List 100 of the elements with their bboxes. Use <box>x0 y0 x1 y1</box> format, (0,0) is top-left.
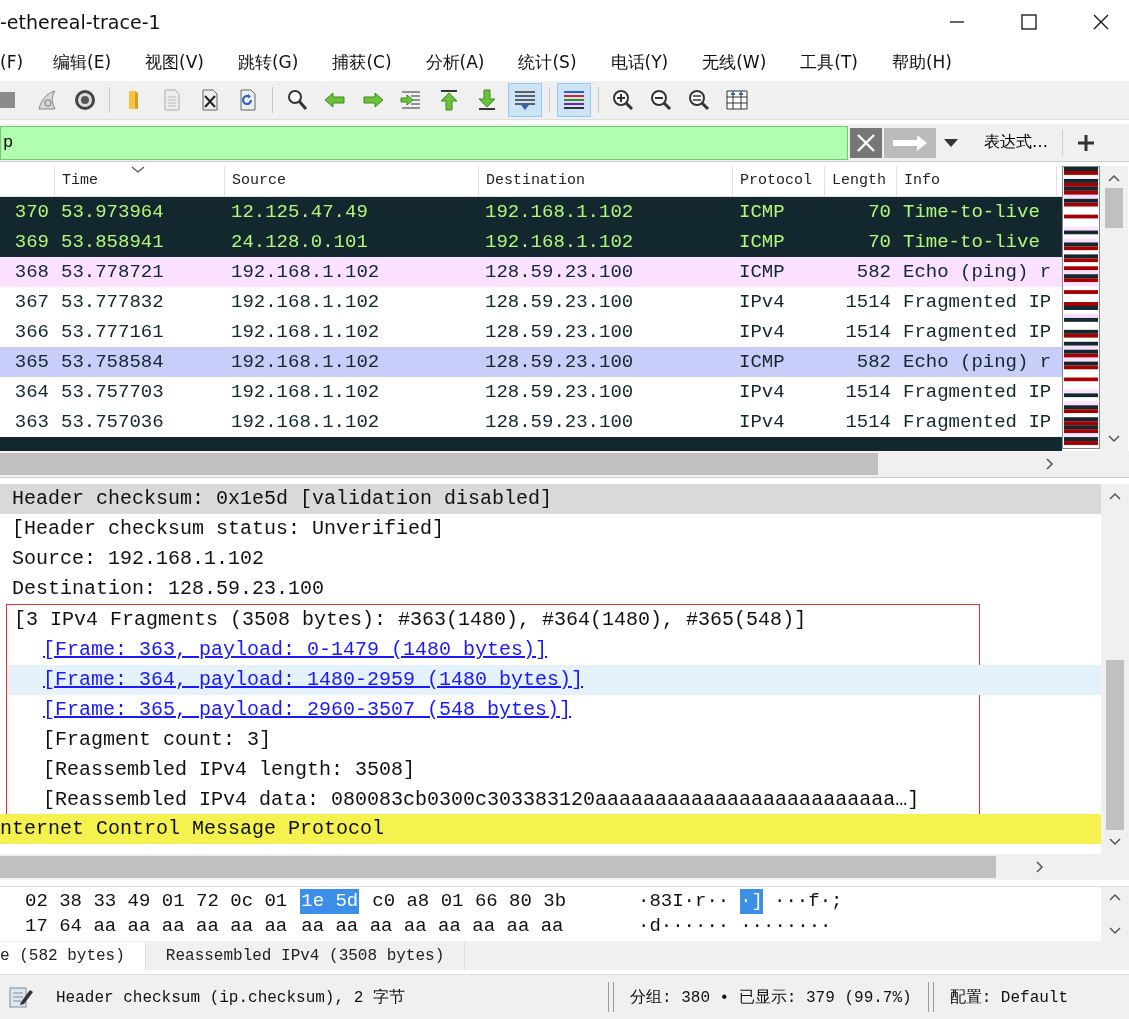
menu-item[interactable]: 分析(A) <box>425 50 501 74</box>
profile-text[interactable]: 配置: Default <box>949 986 1069 1008</box>
table-cell-text: 192.168.1.102 <box>230 291 381 314</box>
table-cell-text: 1514 <box>844 381 892 404</box>
menu-item[interactable]: 统计(S) <box>518 50 593 74</box>
menu-item[interactable]: 无线(W) <box>702 50 783 74</box>
frame-link[interactable]: [Frame: 365, payload: 2960-3507 (548 bytes)] <box>43 698 572 722</box>
display-filter-field[interactable]: p <box>0 125 848 160</box>
packet-row[interactable]: 368 53.778721 192.168.1.102 128.59.23.100 ICMP 582 Echo (ping) r <box>0 257 1062 288</box>
column-header[interactable]: Time <box>55 166 225 197</box>
menu-item[interactable]: 帮助(H) <box>891 50 968 74</box>
packet-row[interactable]: 365 53.758584 192.168.1.102 128.59.23.100 ICMP 582 Echo (ping) r <box>0 347 1062 378</box>
table-cell-text: ICMP <box>738 231 786 254</box>
chevron-up-icon[interactable] <box>1109 893 1121 902</box>
table-cell-text: 24.128.0.101 <box>230 231 369 254</box>
tree-item[interactable]: [3 IPv4 Fragments (3508 bytes): #363(1480), #364(1480), #365(548)] <box>7 605 979 636</box>
chevron-up-icon[interactable] <box>1108 174 1120 183</box>
caret-icon <box>944 138 958 147</box>
table-cell-text: ICMP <box>738 201 786 224</box>
column-header[interactable]: Protocol <box>733 166 825 197</box>
tree-item[interactable]: [Fragment count: 3] <box>7 725 1101 756</box>
magnifier-equals-icon <box>687 87 711 112</box>
scrollbar-thumb[interactable] <box>0 856 996 879</box>
tree-item[interactable]: Header checksum: 0x1e5d [validation disabled] <box>0 484 1101 515</box>
scrollbar[interactable] <box>1101 887 1129 941</box>
menu-item[interactable]: 编辑(E) <box>53 50 128 74</box>
column-header[interactable]: Destination <box>479 166 733 197</box>
hex-bytes[interactable]: 02 38 33 49 01 72 0c 01 <box>24 889 289 915</box>
menu-item[interactable]: 捕获(C) <box>332 50 408 74</box>
expression-button[interactable]: 表达式… <box>976 132 1056 153</box>
table-cell-text: Fragmented IP <box>902 411 1053 434</box>
table-cell-text: 366 <box>13 321 50 344</box>
chevron-down-icon[interactable] <box>1108 435 1120 444</box>
toolbar-button[interactable] <box>557 82 591 117</box>
hex-bytes[interactable]: aa aa aa aa aa aa aa aa <box>300 914 565 940</box>
hex-bytes[interactable]: c0 a8 01 66 80 3b <box>371 889 568 915</box>
chevron-right-icon[interactable] <box>1046 458 1054 471</box>
packet-row[interactable]: 370 53.973964 12.125.47.49 192.168.1.102 ICMP 70 Time-to-live <box>0 197 1062 228</box>
scrollbar[interactable] <box>1101 484 1129 855</box>
tree-item[interactable]: nternet Control Message Protocol <box>0 814 1101 845</box>
tree-item[interactable]: [Frame: 363, payload: 0-1479 (1480 bytes)] <box>7 635 1101 666</box>
table-cell-text: 192.168.1.102 <box>230 381 381 404</box>
table-cell-text: 1514 <box>844 321 892 344</box>
search-icon <box>285 87 309 112</box>
scrollbar-thumb[interactable] <box>0 453 878 476</box>
table-cell-text: 128.59.23.100 <box>484 321 635 344</box>
ascii-text[interactable]: ········ <box>740 914 832 940</box>
tree-item[interactable]: [Frame: 364, payload: 1480-2959 (1480 bytes)] <box>7 665 1101 696</box>
frame-link[interactable]: [Frame: 363, payload: 0-1479 (1480 bytes)] <box>43 638 548 662</box>
table-cell-text: 192.168.1.102 <box>230 321 381 344</box>
tree-item[interactable]: Source: 192.168.1.102 <box>0 544 1101 575</box>
table-cell-text: Echo (ping) r <box>902 261 1053 284</box>
tree-item[interactable]: [Frame: 365, payload: 2960-3507 (548 bytes)] <box>7 695 1101 726</box>
chevron-right-icon[interactable] <box>1036 861 1044 874</box>
table-cell-text: 70 <box>867 201 892 224</box>
clear-button[interactable] <box>850 127 882 158</box>
close-icon[interactable] <box>1093 13 1109 30</box>
ascii-text[interactable]: ·d······ <box>638 914 730 940</box>
table-cell-text: 53.778721 <box>60 261 165 284</box>
fin-icon <box>35 87 59 112</box>
table-cell-text: 53.777161 <box>60 321 165 344</box>
packet-row[interactable]: 369 53.858941 24.128.0.101 192.168.1.102 ICMP 70 Time-to-live <box>0 227 1062 258</box>
column-header[interactable]: Info <box>897 166 1057 197</box>
column-header[interactable]: Length <box>825 166 897 197</box>
zoom-in-icon <box>611 87 635 112</box>
scrollbar[interactable] <box>1100 166 1128 452</box>
menu-item[interactable]: 工具(T) <box>800 50 874 74</box>
tab[interactable]: e (582 bytes) <box>0 942 146 971</box>
packet-row[interactable] <box>0 437 1062 452</box>
column-header[interactable]: Source <box>225 166 479 197</box>
table-cell-text: Time-to-live <box>902 231 1041 254</box>
table-cell-text: 128.59.23.100 <box>484 351 635 374</box>
menu-item[interactable]: 视图(V) <box>145 50 220 74</box>
tree-item[interactable]: [Header checksum status: Unverified] <box>0 514 1101 545</box>
maximize-icon[interactable] <box>1021 13 1037 30</box>
add-filter-button[interactable] <box>1077 133 1095 152</box>
table-cell-text: 369 <box>13 231 50 254</box>
tree-item[interactable]: Destination: 128.59.23.100 <box>0 574 1101 605</box>
scrollbar[interactable] <box>0 451 1129 478</box>
menu-item[interactable]: 电话(Y) <box>610 50 685 74</box>
tree-item[interactable]: [Reassembled IPv4 data: 080083cb0300c303383120aaaaaaaaaaaaaaaaaaaaaaaaa…] <box>7 785 1101 816</box>
packet-map-drawing[interactable] <box>1062 166 1100 450</box>
table-cell-text: 192.168.1.102 <box>230 261 381 284</box>
table-cell-text: IPv4 <box>738 291 786 314</box>
frame-link[interactable]: [Frame: 364, payload: 1480-2959 (1480 bytes)] <box>43 668 584 692</box>
ascii-text[interactable]: ·83I·r·· <box>638 889 730 915</box>
table-cell-text: 53.758584 <box>60 351 165 374</box>
tree-item[interactable]: [Reassembled IPv4 length: 3508] <box>7 755 1101 786</box>
scrollbar-thumb[interactable] <box>1105 188 1123 229</box>
ascii-text[interactable]: ···f·; <box>774 889 843 915</box>
menu-item[interactable]: (F) <box>0 52 40 73</box>
columns-icon <box>725 87 749 112</box>
expert-info-icon[interactable] <box>8 984 34 1011</box>
chevron-down-icon[interactable] <box>1109 838 1121 847</box>
scrollbar-thumb[interactable] <box>1106 660 1124 831</box>
hex-bytes[interactable]: 17 64 aa aa aa aa aa aa <box>24 914 289 940</box>
scrollbar[interactable] <box>0 854 1129 881</box>
menu-item[interactable]: 跳转(G) <box>237 50 315 74</box>
chevron-down-icon[interactable] <box>1109 926 1121 935</box>
chevron-up-icon[interactable] <box>1109 492 1121 501</box>
